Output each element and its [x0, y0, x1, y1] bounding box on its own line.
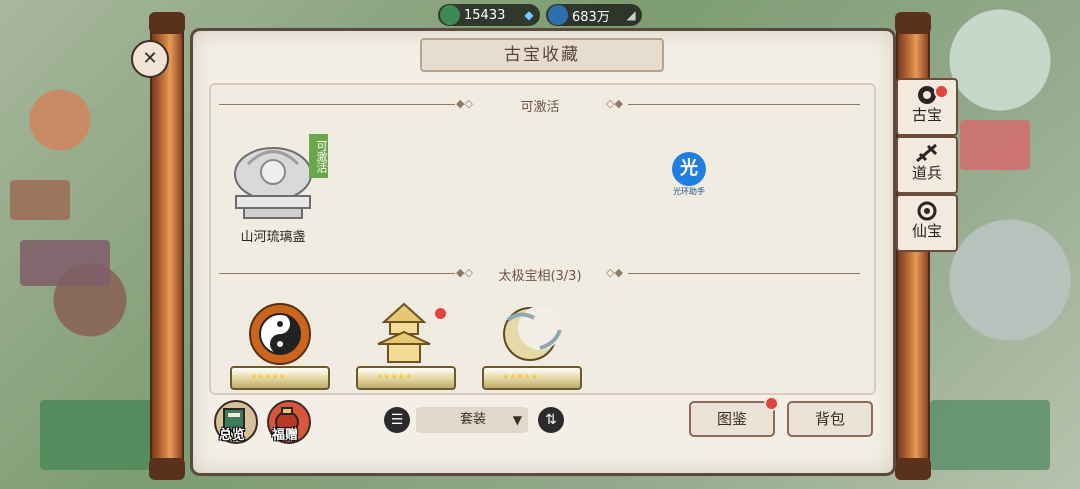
background-tree — [930, 400, 1050, 470]
catalog-button[interactable]: 图鉴 — [689, 401, 775, 437]
jade-currency-display: 15433 ◆ — [438, 4, 540, 26]
spirit-droplet-icon — [548, 5, 568, 25]
scroll-rod-cap — [895, 12, 931, 34]
swap-arrows-icon: ⇅ — [545, 412, 557, 428]
section-title-taiji: 太极宝相(3/3) — [498, 269, 582, 284]
spirit-currency-value: 683万 — [572, 9, 610, 25]
jade-currency-value: 15433 — [464, 7, 506, 23]
scroll-rod-cap — [149, 458, 185, 480]
item-star-rating: ★★★★★ — [376, 372, 412, 381]
chevron-down-icon: ▼ — [512, 413, 522, 427]
spirit-currency-display: 683万 ◢ — [546, 4, 642, 26]
gift-label: 福赠 — [272, 428, 299, 443]
filter-value: 套装 — [460, 412, 487, 427]
scroll-rod-cap — [895, 458, 931, 480]
section-divider — [628, 273, 860, 274]
tab-weapon[interactable]: 道兵 — [896, 136, 958, 194]
close-button[interactable]: ✕ — [131, 40, 169, 78]
section-title-activatable: 可激活 — [520, 100, 560, 115]
add-jade-button[interactable]: ◆ — [522, 8, 536, 22]
background-building — [960, 120, 1030, 170]
divider-ornament-icon: ◇◆ — [606, 97, 623, 110]
window-title: 古宝收藏 — [420, 38, 664, 72]
notification-dot — [934, 84, 949, 99]
taiji-treasure-item-1[interactable]: ★★★★★ — [228, 300, 330, 392]
list-icon: ☰ — [390, 412, 404, 428]
background-building — [10, 180, 70, 220]
notification-dot — [764, 396, 779, 411]
tab-immortal[interactable]: 仙宝 — [896, 194, 958, 252]
background-building — [20, 240, 110, 286]
tab-treasure[interactable]: 古宝 — [896, 78, 958, 136]
scroll-rod-left — [152, 18, 182, 472]
scroll-rod-cap — [149, 12, 185, 34]
item-star-rating: ★★★★★ — [502, 372, 538, 381]
background-tree — [40, 400, 160, 470]
tab-label: 古宝 — [911, 106, 942, 124]
tab-label: 仙宝 — [911, 222, 942, 240]
divider-ornament-icon: ◇◆ — [606, 266, 623, 279]
overview-label: 总览 — [219, 428, 246, 443]
bag-button[interactable]: 背包 — [787, 401, 873, 437]
section-divider — [219, 104, 455, 105]
list-sort-button[interactable]: ☰ — [384, 407, 410, 433]
close-icon: ✕ — [142, 48, 158, 69]
immortal-tab-icon — [917, 201, 937, 221]
taiji-treasure-item-3[interactable]: ★★★★★ — [480, 300, 582, 392]
watermark-logo: 光 光环助手 — [664, 152, 714, 198]
section-divider — [628, 104, 860, 105]
tab-label: 道兵 — [911, 164, 942, 182]
crescent-moon-treasure-icon — [503, 306, 562, 361]
sort-order-button[interactable]: ⇅ — [538, 407, 564, 433]
watermark-icon: 光 — [672, 152, 706, 186]
divider-ornament-icon: ◆◇ — [456, 97, 473, 110]
add-spirit-button[interactable]: ◢ — [624, 8, 638, 22]
divider-ornament-icon: ◆◇ — [456, 266, 473, 279]
yin-yang-treasure-icon — [249, 303, 311, 365]
weapon-tab-icon — [916, 143, 938, 163]
activatable-badge: 可激活 — [309, 134, 328, 178]
section-divider — [219, 273, 455, 274]
item-star-rating: ★★★★★ — [250, 372, 286, 381]
filter-dropdown[interactable]: 套装 ▼ — [416, 407, 528, 433]
jade-coin-icon — [440, 5, 460, 25]
notification-dot — [433, 306, 448, 321]
treasure-item-name: 山河琉璃盏 — [240, 230, 306, 245]
watermark-label: 光环助手 — [673, 187, 705, 196]
